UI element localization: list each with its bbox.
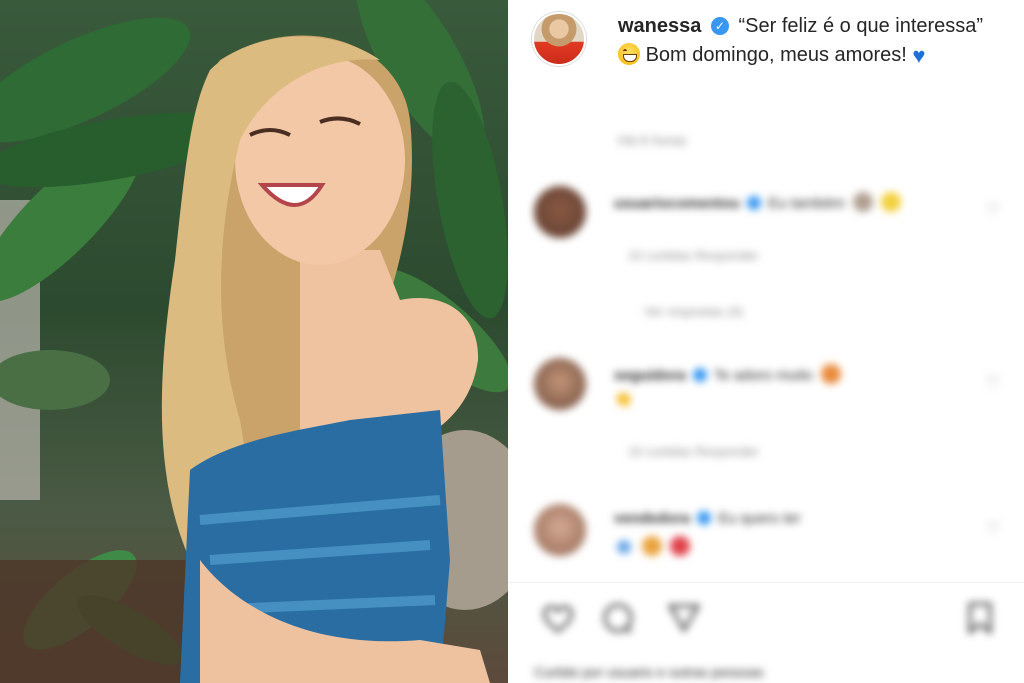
- post-side-panel: wanessa ✓ “Ser feliz é o que interessa” …: [508, 0, 1024, 683]
- commenter-username[interactable]: usuariocomentou: [614, 195, 740, 212]
- comment-text: usuariocomentou Eu também: [614, 192, 902, 212]
- commenter-username[interactable]: seguidora: [614, 367, 686, 384]
- comment-text: vendedora Eu quero ter: [614, 510, 801, 527]
- caption-tail: Bom domingo, meus amores!: [645, 44, 907, 66]
- caption-quote: “Ser feliz é o que interessa”: [738, 15, 984, 37]
- commenter-avatar[interactable]: [534, 504, 586, 556]
- verified-badge-icon: [747, 196, 762, 210]
- verified-badge-icon: ✓: [710, 17, 729, 35]
- post-actions-bar: [534, 598, 1004, 638]
- author-avatar[interactable]: [532, 12, 586, 66]
- likes-summary[interactable]: Curtido por usuario e outras pessoas: [534, 664, 764, 680]
- comment-body: Te adoro muito: [713, 367, 813, 384]
- comment-item: usuariocomentou Eu também ♡ 10 curtidas …: [534, 186, 1004, 326]
- comment-emojis: [614, 536, 691, 556]
- bookmark-icon[interactable]: [960, 598, 1000, 638]
- emoji-icon: [670, 536, 691, 556]
- comment-meta[interactable]: 10 curtidas Responder: [628, 444, 759, 459]
- emoji-icon: [881, 192, 902, 212]
- post-photo[interactable]: [0, 0, 508, 683]
- comment-extra: 👏: [614, 391, 633, 408]
- emoji-icon: [853, 192, 874, 212]
- comment-like-icon[interactable]: ♡: [986, 518, 1004, 537]
- commenter-avatar[interactable]: [534, 358, 586, 410]
- emoji-icon: [617, 540, 631, 554]
- blue-heart-emoji-icon: ♥: [912, 43, 926, 68]
- author-username[interactable]: wanessa: [618, 15, 701, 37]
- comment-item: vendedora Eu quero ter ♡: [534, 504, 1004, 564]
- send-icon[interactable]: [664, 598, 704, 638]
- comment-text: seguidora Te adoro muito: [614, 364, 842, 384]
- comment-icon[interactable]: [598, 598, 638, 638]
- grinning-face-emoji-icon: [618, 43, 640, 65]
- commenter-avatar[interactable]: [534, 186, 586, 238]
- comment-item: seguidora Te adoro muito 👏 ♡ 10 curtidas…: [534, 358, 1004, 468]
- comment-like-icon[interactable]: ♡: [986, 372, 1004, 391]
- commenter-username[interactable]: vendedora: [614, 510, 690, 527]
- comment-meta[interactable]: 10 curtidas Responder: [628, 248, 759, 263]
- caption-row: wanessa ✓ “Ser feliz é o que interessa” …: [532, 12, 1002, 70]
- emoji-icon: [821, 364, 842, 384]
- post-time: Há 6 horas: [618, 132, 687, 148]
- verified-badge-icon: [697, 511, 712, 525]
- heart-outline-icon[interactable]: [538, 598, 578, 638]
- comment-body: Eu também: [768, 195, 845, 212]
- emoji-icon: [642, 536, 663, 556]
- comment-body: Eu quero ter: [718, 510, 801, 527]
- photo-illustration: [0, 0, 508, 683]
- caption: wanessa ✓ “Ser feliz é o que interessa” …: [618, 12, 998, 70]
- actions-divider: [508, 582, 1024, 583]
- comment-like-icon[interactable]: ♡: [986, 200, 1004, 219]
- view-replies-link[interactable]: Ver respostas (4): [644, 304, 743, 319]
- verified-badge-icon: [692, 368, 707, 382]
